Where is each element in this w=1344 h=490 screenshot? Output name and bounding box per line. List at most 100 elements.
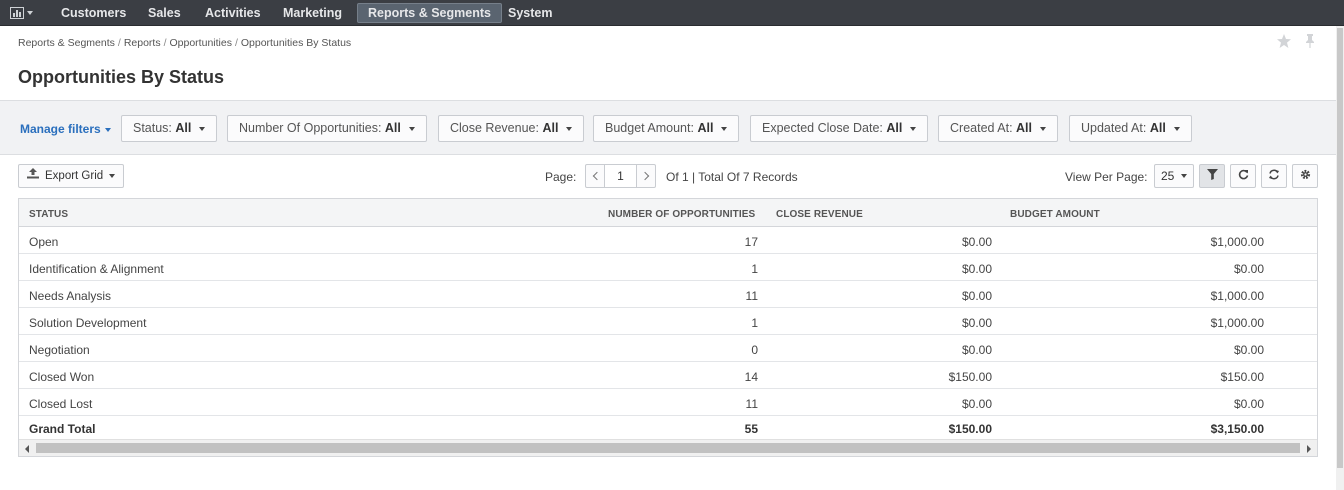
filter-label: Expected Close Date: [762, 121, 883, 135]
filter-created-at[interactable]: Created At: All [938, 115, 1059, 142]
previous-page-button[interactable] [585, 164, 605, 188]
table-row[interactable]: Closed Lost 11 $0.00 $0.00 [19, 389, 1317, 416]
filter-value: All [175, 121, 192, 135]
cell-number: 14 [744, 370, 758, 384]
nav-customers[interactable]: Customers [51, 3, 136, 23]
page-number-input[interactable]: 1 [604, 164, 637, 188]
dashboard-menu[interactable] [10, 4, 42, 22]
filter-icon [1206, 169, 1218, 183]
upload-icon [27, 165, 39, 187]
table-row[interactable]: Needs Analysis 11 $0.00 $1,000.00 [19, 281, 1317, 308]
cell-revenue: $0.00 [961, 262, 992, 276]
cell-status: Closed Won [29, 370, 95, 384]
cell-status: Negotiation [29, 343, 90, 357]
horizontal-scrollbar[interactable] [19, 439, 1317, 456]
bar-chart-icon [10, 7, 24, 19]
breadcrumb-current: Opportunities By Status [240, 37, 352, 49]
view-per-page-label: View Per Page: [1065, 170, 1148, 184]
chevron-down-icon [910, 126, 917, 131]
reset-icon [1268, 169, 1280, 183]
filter-value: All [886, 121, 903, 135]
breadcrumb-separator: / [163, 37, 167, 49]
manage-filters-label: Manage filters [20, 122, 101, 136]
view-per-page-value: 25 [1161, 169, 1175, 183]
filter-value: All [384, 121, 401, 135]
cell-number: 1 [751, 316, 758, 330]
view-per-page-select[interactable]: 25 [1154, 164, 1194, 188]
scrollbar-thumb[interactable] [36, 443, 1300, 453]
star-icon[interactable] [1276, 33, 1292, 49]
grid-header: STATUS NUMBER OF OPPORTUNITIES CLOSE REV… [19, 199, 1317, 227]
refresh-button[interactable] [1230, 164, 1256, 188]
nav-marketing[interactable]: Marketing [273, 3, 352, 23]
vertical-scrollbar[interactable] [1336, 26, 1344, 490]
breadcrumb-separator: / [117, 37, 121, 49]
page-label: Page: [545, 170, 577, 184]
next-page-button[interactable] [636, 164, 656, 188]
chevron-down-icon [408, 126, 415, 131]
export-grid-label: Export Grid [45, 170, 104, 183]
column-header-status[interactable]: STATUS [29, 209, 68, 220]
table-row[interactable]: Closed Won 14 $150.00 $150.00 [19, 362, 1317, 389]
cell-revenue: $0.00 [961, 397, 992, 411]
cell-budget: $1,000.00 [1210, 289, 1264, 303]
scroll-left-icon[interactable] [25, 445, 29, 453]
column-header-number-of-opportunities[interactable]: NUMBER OF OPPORTUNITIES [608, 209, 755, 220]
filter-bar: Manage filters Status: All Number Of Opp… [0, 100, 1336, 155]
filter-label: Budget Amount: [605, 121, 694, 135]
chevron-down-icon [199, 126, 206, 131]
cell-budget: $1,000.00 [1210, 235, 1264, 249]
filter-value: All [697, 121, 714, 135]
filter-number-of-opportunities[interactable]: Number Of Opportunities: All [227, 115, 427, 142]
filter-status[interactable]: Status: All [121, 115, 218, 142]
chevron-down-icon [721, 126, 728, 131]
filter-label: Number Of Opportunities: [239, 121, 382, 135]
nav-activities[interactable]: Activities [195, 3, 271, 23]
cell-revenue: $0.00 [961, 289, 992, 303]
grid-settings-button[interactable] [1292, 164, 1318, 188]
breadcrumb-reports-segments[interactable]: Reports & Segments [18, 37, 115, 49]
scroll-right-icon[interactable] [1307, 445, 1311, 453]
breadcrumb-opportunities[interactable]: Opportunities [170, 37, 232, 49]
breadcrumb: Reports & Segments / Reports / Opportunities… [18, 37, 351, 49]
nav-sales[interactable]: Sales [138, 3, 191, 23]
cell-budget: $3,150.00 [1210, 422, 1264, 436]
nav-reports-segments[interactable]: Reports & Segments [357, 3, 502, 23]
cell-revenue: $0.00 [961, 316, 992, 330]
chevron-down-icon [1040, 126, 1047, 131]
filter-close-revenue[interactable]: Close Revenue: All [438, 115, 585, 142]
filter-updated-at[interactable]: Updated At: All [1069, 115, 1192, 142]
chevron-down-icon [109, 174, 116, 178]
column-header-close-revenue[interactable]: CLOSE REVENUE [776, 209, 863, 220]
breadcrumb-reports[interactable]: Reports [124, 37, 161, 49]
export-grid-button[interactable]: Export Grid [18, 164, 124, 188]
refresh-icon [1238, 169, 1249, 183]
table-row[interactable]: Solution Development 1 $0.00 $1,000.00 [19, 308, 1317, 335]
cell-revenue: $0.00 [961, 343, 992, 357]
cell-budget: $0.00 [1233, 397, 1264, 411]
cell-number: 0 [751, 343, 758, 357]
nav-system[interactable]: System [498, 3, 562, 23]
column-header-budget-amount[interactable]: BUDGET AMOUNT [1010, 209, 1100, 220]
cell-number: 11 [745, 397, 758, 411]
table-row[interactable]: Negotiation 0 $0.00 $0.00 [19, 335, 1317, 362]
table-row[interactable]: Open 17 $0.00 $1,000.00 [19, 227, 1317, 254]
filter-expected-close-date[interactable]: Expected Close Date: All [750, 115, 929, 142]
cell-status: Open [29, 235, 59, 249]
filter-value: All [1016, 121, 1033, 135]
chevron-down-icon [27, 11, 33, 15]
data-grid: STATUS NUMBER OF OPPORTUNITIES CLOSE REV… [18, 198, 1318, 457]
reset-button[interactable] [1261, 164, 1287, 188]
table-row[interactable]: Identification & Alignment 1 $0.00 $0.00 [19, 254, 1317, 281]
page-info: Of 1 | Total Of 7 Records [666, 170, 798, 184]
filter-label: Created At: [950, 121, 1013, 135]
filter-label: Updated At: [1081, 121, 1147, 135]
filter-label: Status: [133, 121, 172, 135]
scrollbar-thumb[interactable] [1337, 28, 1343, 468]
cell-status: Needs Analysis [29, 289, 112, 303]
filter-budget-amount[interactable]: Budget Amount: All [593, 115, 740, 142]
manage-filters-button[interactable]: Manage filters [20, 122, 111, 136]
chevron-down-icon [566, 126, 573, 131]
filter-toggle-button[interactable] [1199, 164, 1225, 188]
pin-icon[interactable] [1302, 33, 1318, 49]
